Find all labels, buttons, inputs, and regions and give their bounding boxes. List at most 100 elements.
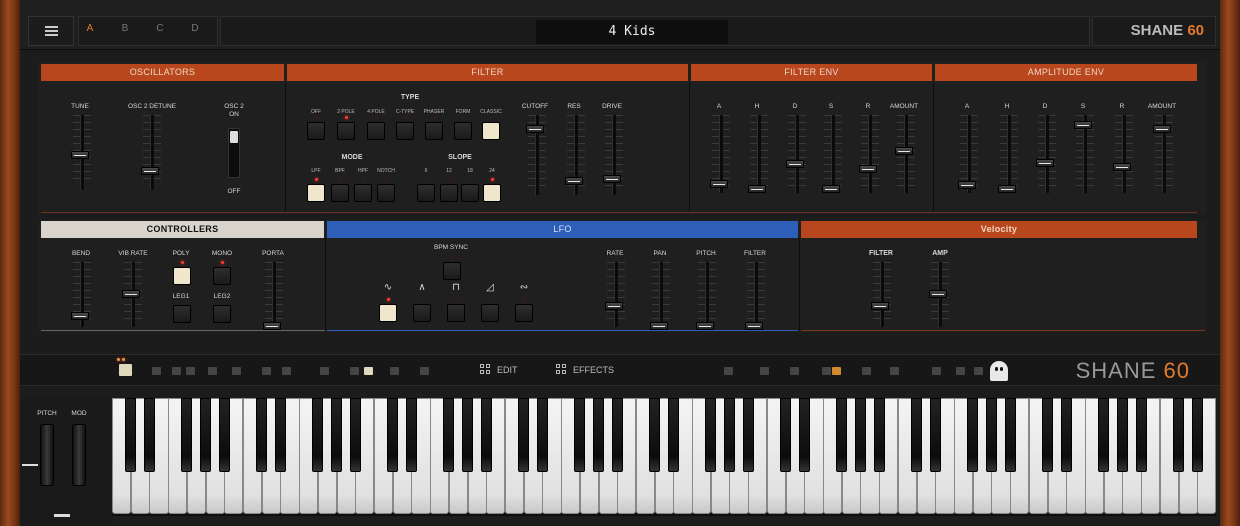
tune-slider-handle[interactable] bbox=[71, 151, 89, 159]
filter-slope-button[interactable] bbox=[461, 184, 479, 202]
lfo-waveform-button[interactable] bbox=[447, 304, 465, 322]
black-key[interactable] bbox=[836, 398, 848, 472]
lfo-pitch-slider-track[interactable] bbox=[705, 262, 709, 327]
black-key[interactable] bbox=[911, 398, 923, 472]
sequencer-step[interactable] bbox=[320, 367, 329, 375]
black-key[interactable] bbox=[649, 398, 661, 472]
amp-env-slider-handle[interactable] bbox=[1074, 121, 1092, 129]
black-key[interactable] bbox=[798, 398, 810, 472]
filter-type-button[interactable] bbox=[482, 122, 500, 140]
lfo-pan-slider-handle[interactable] bbox=[650, 322, 668, 330]
black-key[interactable] bbox=[349, 398, 361, 472]
porta-slider-track[interactable] bbox=[272, 262, 276, 327]
filter-mode-button[interactable] bbox=[354, 184, 372, 202]
black-key[interactable] bbox=[443, 398, 455, 472]
osc2-switch-handle[interactable] bbox=[230, 131, 238, 143]
ghost-icon[interactable] bbox=[990, 361, 1008, 381]
porta-slider-handle[interactable] bbox=[263, 322, 281, 330]
amp-env-slider-handle[interactable] bbox=[998, 185, 1016, 193]
filter-env-slider-track[interactable] bbox=[757, 115, 761, 193]
filter-mode-button[interactable] bbox=[377, 184, 395, 202]
filter-env-slider-handle[interactable] bbox=[786, 160, 804, 168]
cutoff-slider-handle[interactable] bbox=[526, 125, 544, 133]
black-key[interactable] bbox=[705, 398, 717, 472]
black-key[interactable] bbox=[1098, 398, 1110, 472]
filter-type-button[interactable] bbox=[396, 122, 414, 140]
black-key[interactable] bbox=[780, 398, 792, 472]
filter-env-slider-track[interactable] bbox=[868, 115, 872, 193]
filter-mode-button[interactable] bbox=[331, 184, 349, 202]
black-key[interactable] bbox=[462, 398, 474, 472]
osc2-detune-slider-handle[interactable] bbox=[141, 167, 159, 175]
filter-type-button[interactable] bbox=[307, 122, 325, 140]
sequencer-step[interactable] bbox=[760, 367, 769, 375]
sequencer-step-active[interactable] bbox=[119, 364, 132, 376]
filter-type-button[interactable] bbox=[367, 122, 385, 140]
sequencer-step[interactable] bbox=[208, 367, 217, 375]
sequencer-step[interactable] bbox=[232, 367, 241, 375]
black-key[interactable] bbox=[312, 398, 324, 472]
amp-env-slider-track[interactable] bbox=[1045, 115, 1049, 193]
black-key[interactable] bbox=[854, 398, 866, 472]
velocity-filter-slider-track[interactable] bbox=[880, 262, 884, 327]
filter-env-slider-track[interactable] bbox=[831, 115, 835, 193]
black-key[interactable] bbox=[143, 398, 155, 472]
leg2-button[interactable] bbox=[213, 305, 231, 323]
drive-slider-handle[interactable] bbox=[603, 175, 621, 183]
lfo-filter-slider-track[interactable] bbox=[754, 262, 758, 327]
lfo-waveform-button[interactable] bbox=[481, 304, 499, 322]
filter-type-button[interactable] bbox=[454, 122, 472, 140]
filter-env-slider-handle[interactable] bbox=[710, 180, 728, 188]
black-key[interactable] bbox=[574, 398, 586, 472]
black-key[interactable] bbox=[256, 398, 268, 472]
sequencer-step[interactable] bbox=[724, 367, 733, 375]
sequencer-step[interactable] bbox=[262, 367, 271, 375]
tab-c[interactable]: C bbox=[153, 23, 167, 34]
tab-a[interactable]: A bbox=[83, 23, 97, 34]
black-key[interactable] bbox=[480, 398, 492, 472]
res-slider-handle[interactable] bbox=[565, 177, 583, 185]
tab-d[interactable]: D bbox=[188, 23, 202, 34]
sequencer-step[interactable] bbox=[364, 367, 373, 375]
black-key[interactable] bbox=[274, 398, 286, 472]
black-key[interactable] bbox=[536, 398, 548, 472]
filter-mode-button[interactable] bbox=[307, 184, 325, 202]
black-key[interactable] bbox=[331, 398, 343, 472]
sequencer-step[interactable] bbox=[172, 367, 181, 375]
sequencer-step[interactable] bbox=[890, 367, 899, 375]
black-key[interactable] bbox=[1042, 398, 1054, 472]
sequencer-step[interactable] bbox=[832, 367, 841, 375]
sequencer-step[interactable] bbox=[862, 367, 871, 375]
osc2-switch[interactable] bbox=[228, 128, 240, 178]
black-key[interactable] bbox=[611, 398, 623, 472]
sequencer-step[interactable] bbox=[186, 367, 195, 375]
black-key[interactable] bbox=[742, 398, 754, 472]
tab-b[interactable]: B bbox=[118, 23, 132, 34]
black-key[interactable] bbox=[929, 398, 941, 472]
velocity-filter-slider-handle[interactable] bbox=[871, 302, 889, 310]
amp-env-slider-track[interactable] bbox=[1122, 115, 1126, 193]
sequencer-step[interactable] bbox=[282, 367, 291, 375]
black-key[interactable] bbox=[1191, 398, 1203, 472]
leg1-button[interactable] bbox=[173, 305, 191, 323]
lfo-waveform-button[interactable] bbox=[515, 304, 533, 322]
lfo-waveform-button[interactable] bbox=[413, 304, 431, 322]
bpm-sync-button[interactable] bbox=[443, 262, 461, 280]
vib-rate-slider-handle[interactable] bbox=[122, 290, 140, 298]
osc2-detune-slider-track[interactable] bbox=[150, 115, 154, 190]
filter-env-slider-handle[interactable] bbox=[859, 165, 877, 173]
menu-button[interactable] bbox=[28, 16, 74, 46]
sequencer-step[interactable] bbox=[932, 367, 941, 375]
amp-env-slider-handle[interactable] bbox=[1153, 125, 1171, 133]
black-key[interactable] bbox=[873, 398, 885, 472]
black-key[interactable] bbox=[1116, 398, 1128, 472]
black-key[interactable] bbox=[125, 398, 137, 472]
preset-name-display[interactable]: 4 Kids bbox=[536, 20, 728, 44]
filter-env-slider-handle[interactable] bbox=[748, 185, 766, 193]
drive-slider-track[interactable] bbox=[612, 115, 616, 195]
black-key[interactable] bbox=[1004, 398, 1016, 472]
black-key[interactable] bbox=[181, 398, 193, 472]
filter-env-slider-track[interactable] bbox=[795, 115, 799, 193]
edit-button[interactable]: EDIT bbox=[480, 364, 518, 375]
black-key[interactable] bbox=[593, 398, 604, 472]
